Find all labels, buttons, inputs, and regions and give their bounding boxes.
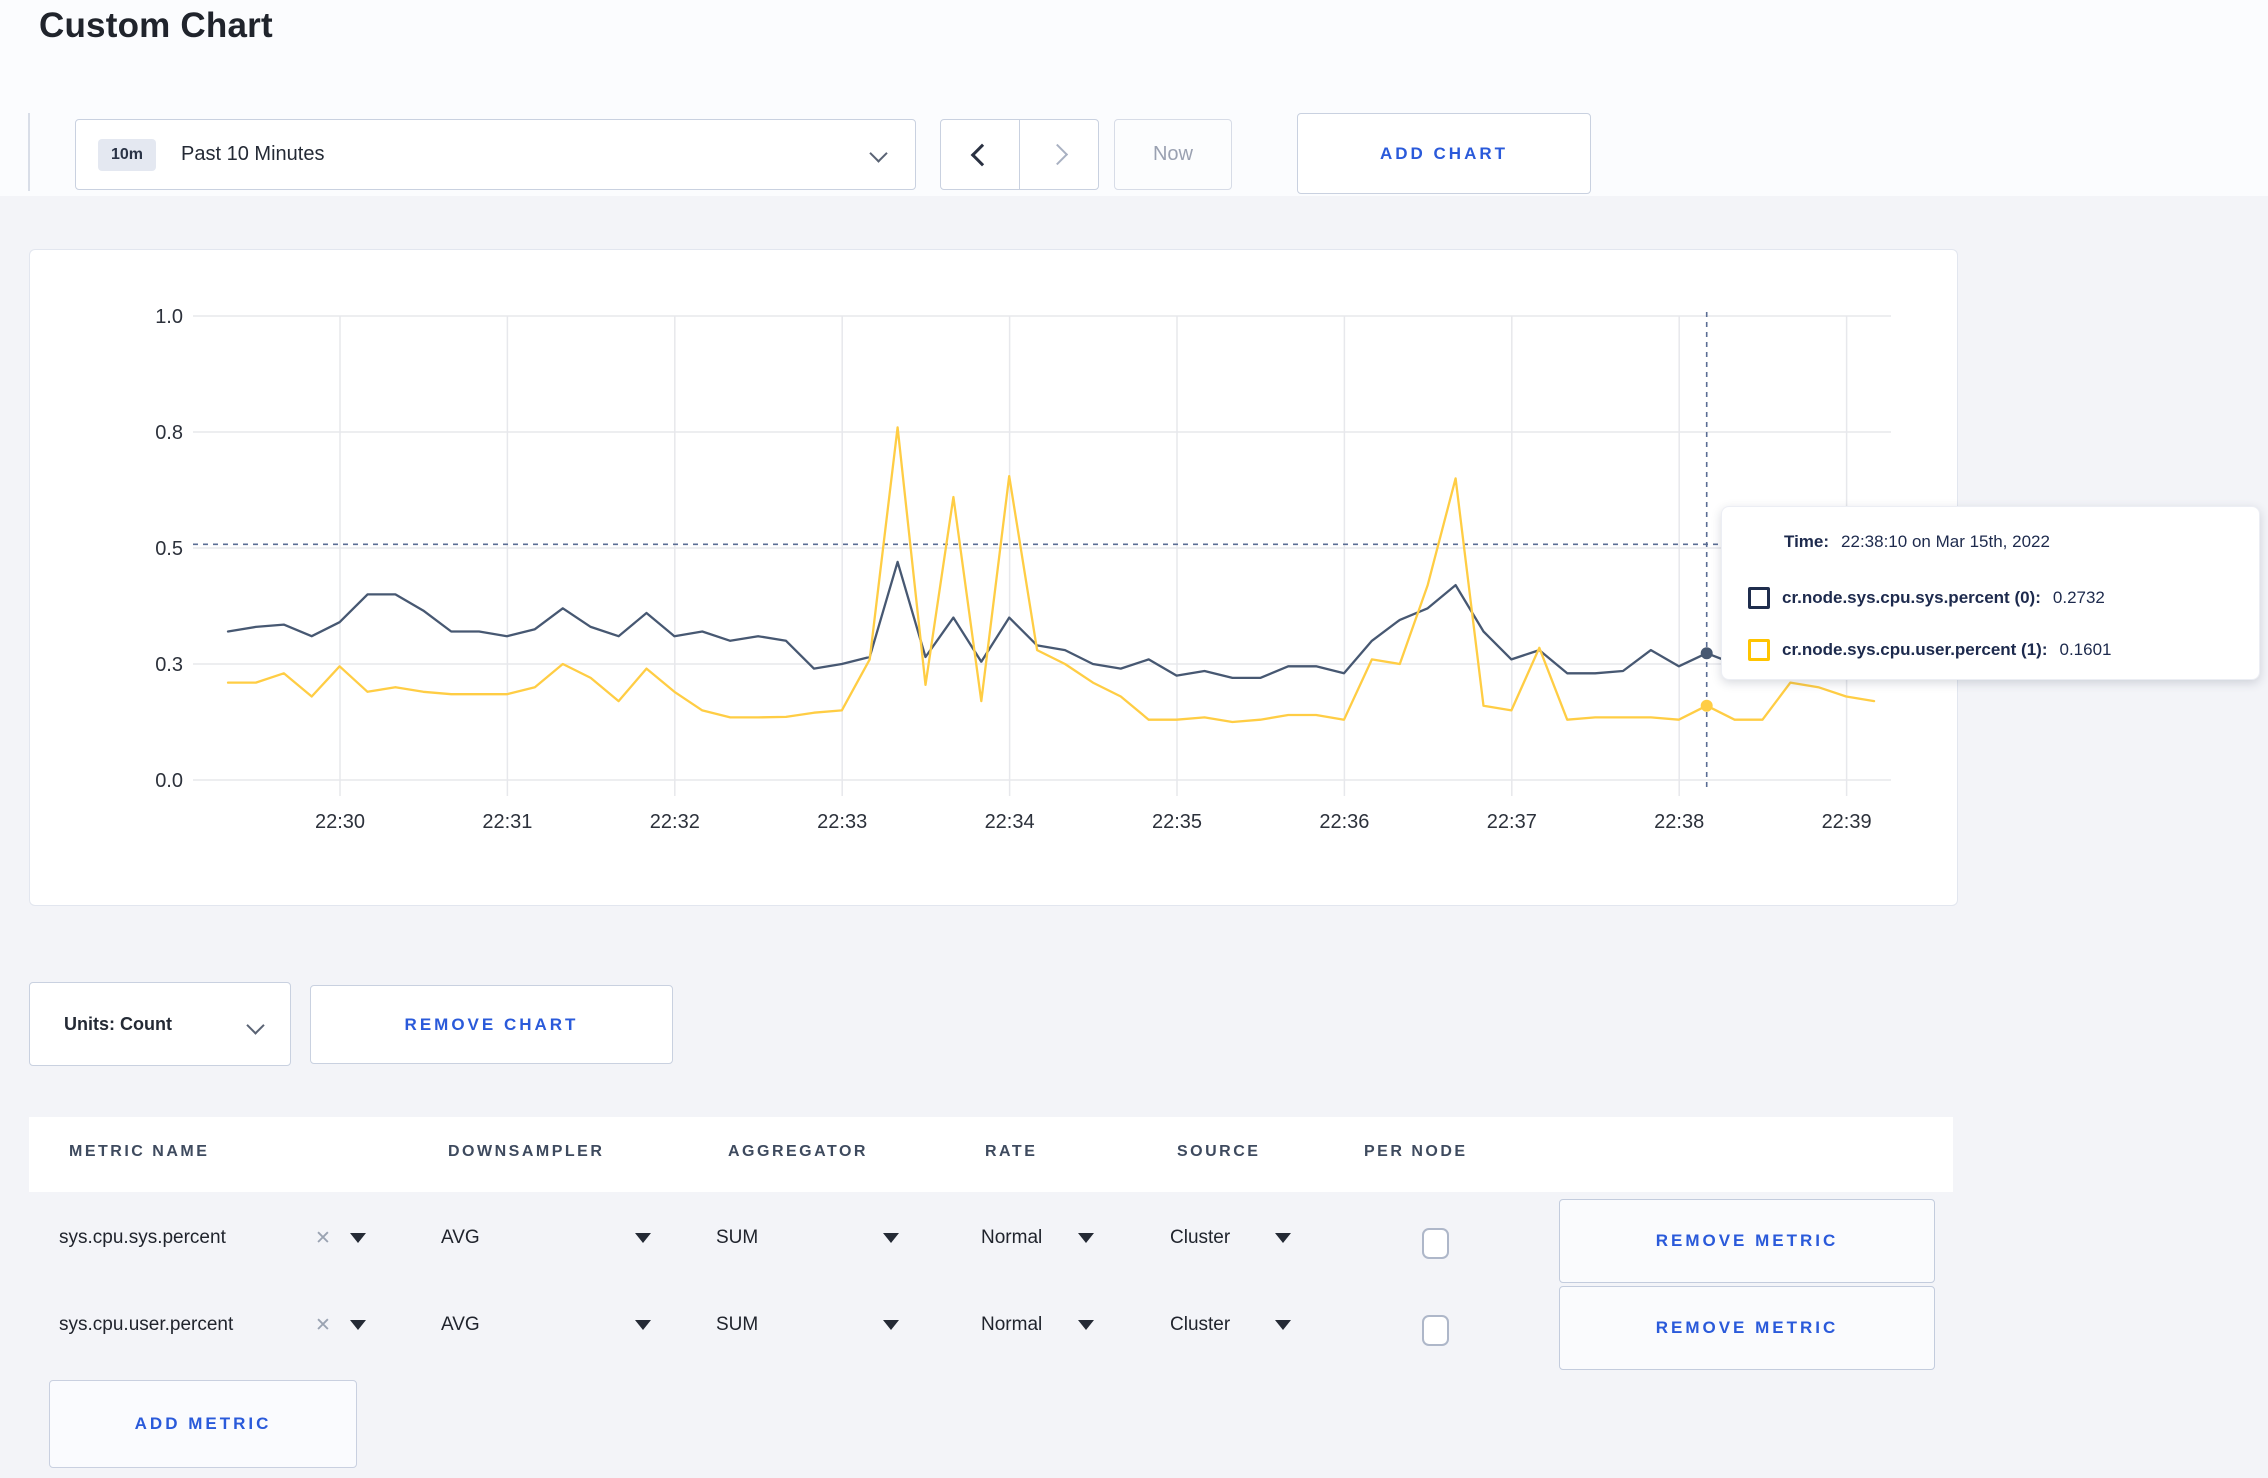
time-range-badge: 10m <box>98 138 157 171</box>
tooltip-series-row: cr.node.sys.cpu.user.percent (1): 0.1601 <box>1748 639 2111 661</box>
per-node-checkbox[interactable] <box>1422 1228 1449 1259</box>
tooltip-series-name: cr.node.sys.cpu.user.percent (1): <box>1782 640 2048 659</box>
col-header-downsampler: DOWNSAMPLER <box>448 1143 605 1160</box>
svg-text:22:38: 22:38 <box>1654 811 1704 833</box>
metric-name-value[interactable]: sys.cpu.sys.percent <box>59 1227 226 1249</box>
svg-text:0.3: 0.3 <box>155 654 183 676</box>
rate-caret-icon[interactable] <box>1078 1233 1094 1243</box>
aggregator-value[interactable]: SUM <box>716 1314 758 1336</box>
metric-name-value[interactable]: sys.cpu.user.percent <box>59 1314 233 1336</box>
time-prev-button[interactable] <box>941 120 1019 189</box>
downsampler-value[interactable]: AVG <box>441 1227 480 1249</box>
metric-row: sys.cpu.user.percent ✕ AVG SUM Normal Cl… <box>29 1286 1953 1373</box>
add-metric-button[interactable]: ADD METRIC <box>49 1380 357 1468</box>
remove-metric-button[interactable]: REMOVE METRIC <box>1559 1199 1935 1283</box>
rate-caret-icon[interactable] <box>1078 1320 1094 1330</box>
svg-text:22:37: 22:37 <box>1487 811 1537 833</box>
time-nav-group <box>940 119 1099 190</box>
downsampler-caret-icon[interactable] <box>635 1233 651 1243</box>
svg-text:22:34: 22:34 <box>985 811 1035 833</box>
source-caret-icon[interactable] <box>1275 1233 1291 1243</box>
time-range-select[interactable]: 10m Past 10 Minutes <box>75 119 916 190</box>
svg-text:22:31: 22:31 <box>482 811 532 833</box>
col-header-per-node: PER NODE <box>1364 1143 1468 1160</box>
svg-text:0.5: 0.5 <box>155 538 183 560</box>
tooltip-time: Time: 22:38:10 on Mar 15th, 2022 <box>1784 532 2050 552</box>
svg-text:1.0: 1.0 <box>155 306 183 328</box>
units-label: Units: Count <box>64 1013 172 1034</box>
col-header-source: SOURCE <box>1177 1143 1261 1160</box>
svg-text:22:39: 22:39 <box>1822 811 1872 833</box>
add-chart-button[interactable]: ADD CHART <box>1297 113 1591 194</box>
tooltip-time-label: Time: <box>1784 532 1830 551</box>
chevron-down-icon <box>869 144 888 163</box>
source-value[interactable]: Cluster <box>1170 1314 1230 1336</box>
chevron-left-icon <box>970 143 994 166</box>
svg-text:22:35: 22:35 <box>1152 811 1202 833</box>
svg-text:0.0: 0.0 <box>155 770 183 792</box>
remove-metric-button[interactable]: REMOVE METRIC <box>1559 1286 1935 1370</box>
chevron-down-icon <box>246 1016 265 1035</box>
time-next-button[interactable] <box>1019 120 1098 189</box>
tooltip-series-value: 0.1601 <box>2059 640 2112 659</box>
svg-text:22:30: 22:30 <box>315 811 365 833</box>
aggregator-caret-icon[interactable] <box>883 1233 899 1243</box>
units-select[interactable]: Units: Count <box>29 982 291 1066</box>
metric-dropdown-caret-icon[interactable] <box>350 1233 366 1243</box>
series-swatch-icon <box>1748 587 1770 609</box>
tooltip-time-value: 22:38:10 on Mar 15th, 2022 <box>1841 532 2050 551</box>
tooltip-series-row: cr.node.sys.cpu.sys.percent (0): 0.2732 <box>1748 587 2105 609</box>
metric-dropdown-caret-icon[interactable] <box>350 1320 366 1330</box>
line-chart[interactable]: 0.0 0.3 0.5 0.8 1.0 22:30 22:31 22:32 22:33 22:34… <box>30 250 1957 905</box>
page-title: Custom Chart <box>39 6 273 45</box>
metric-row: sys.cpu.sys.percent ✕ AVG SUM Normal Clu… <box>29 1199 1953 1286</box>
aggregator-caret-icon[interactable] <box>883 1320 899 1330</box>
col-header-metric-name: METRIC NAME <box>69 1143 210 1160</box>
tooltip-series-value: 0.2732 <box>2052 588 2105 607</box>
svg-text:22:36: 22:36 <box>1319 811 1369 833</box>
now-button[interactable]: Now <box>1114 119 1232 190</box>
per-node-checkbox[interactable] <box>1422 1315 1449 1346</box>
source-value[interactable]: Cluster <box>1170 1227 1230 1249</box>
col-header-aggregator: AGGREGATOR <box>728 1143 868 1160</box>
tooltip-series-name: cr.node.sys.cpu.sys.percent (0): <box>1782 588 2041 607</box>
clear-metric-icon[interactable]: ✕ <box>315 1227 331 1250</box>
rate-value[interactable]: Normal <box>981 1227 1042 1249</box>
chevron-right-icon <box>1046 143 1068 166</box>
rate-value[interactable]: Normal <box>981 1314 1042 1336</box>
chart-card: 0.0 0.3 0.5 0.8 1.0 22:30 22:31 22:32 22:33 22:34… <box>29 249 1958 906</box>
downsampler-caret-icon[interactable] <box>635 1320 651 1330</box>
col-header-rate: RATE <box>985 1143 1038 1160</box>
series-swatch-icon <box>1748 639 1770 661</box>
time-range-label: Past 10 Minutes <box>181 143 325 165</box>
downsampler-value[interactable]: AVG <box>441 1314 480 1336</box>
source-caret-icon[interactable] <box>1275 1320 1291 1330</box>
custom-chart-page: Custom Chart 10m Past 10 Minutes Now ADD… <box>0 0 2268 1478</box>
svg-text:22:33: 22:33 <box>817 811 867 833</box>
svg-text:0.8: 0.8 <box>155 422 183 444</box>
remove-chart-button[interactable]: REMOVE CHART <box>310 985 673 1064</box>
aggregator-value[interactable]: SUM <box>716 1227 758 1249</box>
clear-metric-icon[interactable]: ✕ <box>315 1314 331 1337</box>
svg-text:22:32: 22:32 <box>650 811 700 833</box>
toolbar-left-divider <box>28 113 30 191</box>
chart-tooltip: Time: 22:38:10 on Mar 15th, 2022 cr.node.… <box>1721 506 2260 680</box>
metrics-table-header: METRIC NAME DOWNSAMPLER AGGREGATOR RATE … <box>29 1117 1953 1192</box>
